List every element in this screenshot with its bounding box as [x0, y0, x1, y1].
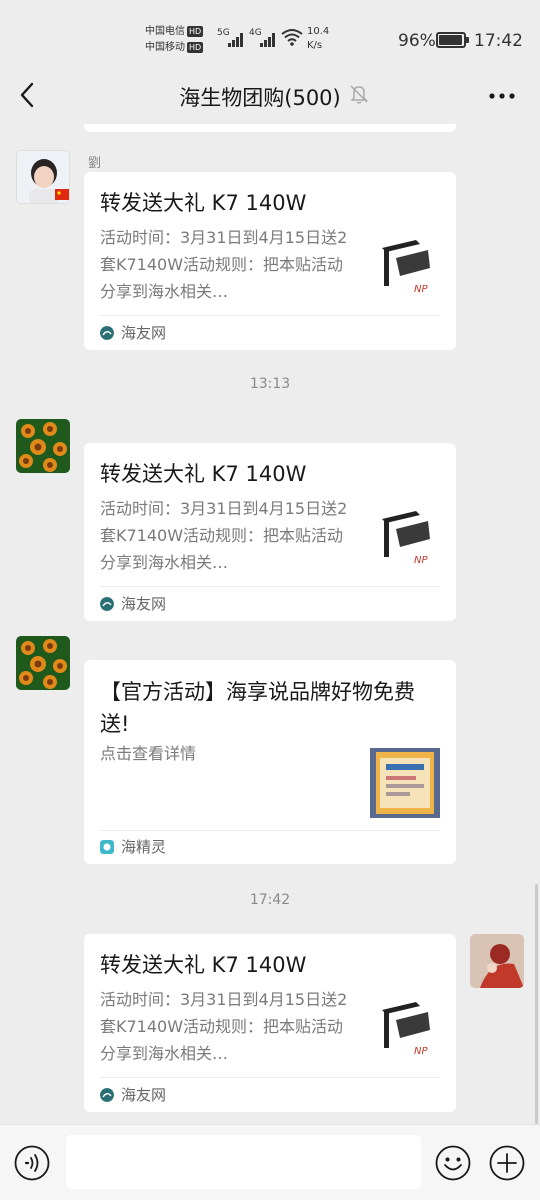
timestamp: 17:42 — [249, 892, 291, 908]
svg-text:NP: NP — [414, 555, 428, 566]
sender-name: 劉 — [88, 156, 102, 171]
avatar[interactable] — [16, 636, 70, 690]
bell-off-icon — [350, 85, 368, 104]
previous-message-bubble[interactable] — [84, 124, 456, 132]
battery-icon — [436, 32, 469, 48]
lamp-thumbnail-image: NP — [370, 230, 440, 300]
card-source-name: 海友网 — [121, 324, 167, 342]
card-title: 转发送大礼 K7 140W — [100, 953, 307, 977]
card-source: 海友网 — [100, 1084, 166, 1105]
card-source-name: 海精灵 — [121, 838, 167, 856]
message-input[interactable] — [66, 1135, 421, 1189]
input-bar — [0, 1124, 540, 1200]
haijingling-icon — [100, 839, 114, 854]
card-title: 【官方活动】海享说品牌好物免费送! — [100, 680, 415, 736]
card-source: 海友网 — [100, 322, 166, 343]
chat-header: 海生物团购(500) — [0, 66, 540, 124]
haiyouwang-icon — [100, 596, 114, 611]
link-card[interactable]: 转发送大礼 K7 140W 活动时间：3月31日到4月15日送2套K7140W活… — [84, 172, 456, 350]
status-bar: 中国电信 HD 中国移动 HD 5G 4G 10.4 K/s 96% 17:42 — [0, 0, 540, 66]
haiyouwang-icon — [100, 325, 114, 340]
card-source-name: 海友网 — [121, 1086, 167, 1104]
hd-badge: HD — [187, 26, 204, 37]
avatar[interactable] — [470, 934, 524, 988]
card-title: 转发送大礼 K7 140W — [100, 462, 307, 486]
chat-area[interactable]: 劉 转发送大礼 K7 140W 活动时间：3月31日到4月15日送2套K7140… — [0, 124, 540, 1124]
carrier-2: 中国移动 — [145, 42, 185, 53]
avatar[interactable] — [16, 419, 70, 473]
product-thumbnail-image — [370, 748, 440, 818]
carrier-info: 中国电信 HD 中国移动 HD — [145, 24, 204, 56]
svg-text:NP: NP — [414, 284, 428, 295]
svg-text:NP: NP — [414, 1046, 428, 1057]
link-card[interactable]: 转发送大礼 K7 140W 活动时间：3月31日到4月15日送2套K7140W活… — [84, 934, 456, 1112]
card-description: 活动时间：3月31日到4月15日送2套K7140W活动规则：把本贴活动分享到海水… — [100, 499, 348, 572]
link-card[interactable]: 转发送大礼 K7 140W 活动时间：3月31日到4月15日送2套K7140W活… — [84, 443, 456, 621]
hd-badge: HD — [187, 42, 204, 53]
card-source: 海精灵 — [100, 836, 166, 857]
plus-icon[interactable] — [489, 1145, 525, 1181]
voice-icon[interactable] — [14, 1145, 50, 1181]
network-speed: 10.4 K/s — [307, 26, 330, 51]
card-description: 点击查看详情 — [100, 744, 197, 763]
haiyouwang-icon — [100, 1087, 114, 1102]
lamp-thumbnail-image: NP — [370, 501, 440, 571]
card-source: 海友网 — [100, 593, 166, 614]
signal-bars-icon — [228, 31, 243, 47]
battery-percent: 96% — [398, 31, 436, 51]
more-dots-icon[interactable] — [484, 84, 520, 108]
card-source-name: 海友网 — [121, 595, 167, 613]
carrier-1: 中国电信 — [145, 26, 185, 37]
status-time: 17:42 — [474, 31, 523, 51]
avatar[interactable] — [16, 150, 70, 204]
link-card[interactable]: 【官方活动】海享说品牌好物免费送! 点击查看详情 海精灵 — [84, 660, 456, 864]
chat-scrollbar[interactable] — [535, 884, 538, 1124]
group-title: 海生物团购(500) — [179, 86, 341, 110]
card-description: 活动时间：3月31日到4月15日送2套K7140W活动规则：把本贴活动分享到海水… — [100, 990, 348, 1063]
card-description: 活动时间：3月31日到4月15日送2套K7140W活动规则：把本贴活动分享到海水… — [100, 228, 348, 301]
lamp-thumbnail-image: NP — [370, 992, 440, 1062]
wifi-icon — [281, 29, 303, 46]
signal-bars-icon — [260, 31, 275, 47]
emoji-icon[interactable] — [435, 1145, 471, 1181]
timestamp: 13:13 — [249, 376, 291, 392]
card-title: 转发送大礼 K7 140W — [100, 191, 307, 215]
